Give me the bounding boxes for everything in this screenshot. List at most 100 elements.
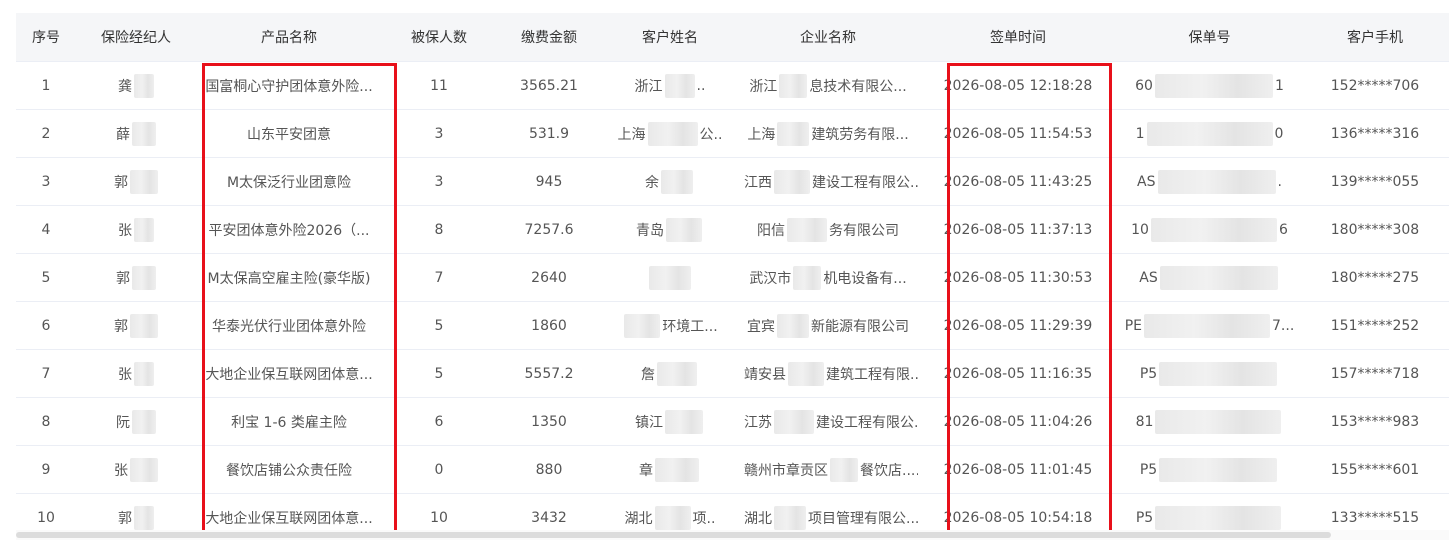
cell-broker: 郭 bbox=[76, 253, 196, 302]
header-sign-time[interactable]: 签单时间 bbox=[918, 13, 1118, 62]
privacy-mask bbox=[134, 361, 154, 386]
cell-policy-no[interactable]: AS. bbox=[1118, 157, 1301, 206]
cell-seq: 4 bbox=[16, 205, 76, 254]
header-seq[interactable]: 序号 bbox=[16, 13, 76, 62]
table-row[interactable]: 7 张 大地企业保互联网团体意... 5 5557.2 詹 靖安县 建筑工程有限... 2026… bbox=[16, 349, 1449, 398]
company-name-suffix: 机电设备有... bbox=[823, 270, 907, 287]
privacy-mask bbox=[130, 169, 158, 194]
cell-product[interactable]: 利宝 1-6 类雇主险 bbox=[196, 397, 382, 446]
company-name-suffix: 息技术有限公... bbox=[809, 78, 907, 95]
cell-sign-time: 2026-08-05 12:18:28 bbox=[918, 61, 1118, 110]
cell-phone: 136*****316 bbox=[1301, 109, 1449, 158]
privacy-mask bbox=[779, 73, 808, 98]
company-name-suffix: 餐饮店... bbox=[860, 462, 916, 479]
cell-policy-no[interactable]: 81 bbox=[1118, 397, 1301, 446]
cell-policy-no[interactable]: 60 1 bbox=[1118, 61, 1301, 110]
cell-seq: 7 bbox=[16, 349, 76, 398]
privacy-mask bbox=[649, 265, 691, 290]
privacy-mask bbox=[1155, 505, 1282, 530]
data-table-wrapper: 序号 保险经纪人 产品名称 被保人数 缴费金额 客户姓名 企业名称 签单时间 保… bbox=[16, 13, 1449, 530]
cell-policy-no[interactable]: P5 bbox=[1118, 445, 1301, 494]
cell-insured: 11 bbox=[382, 61, 496, 110]
cell-phone: 151*****252 bbox=[1301, 301, 1449, 350]
privacy-mask bbox=[655, 457, 699, 482]
cell-insured: 10 bbox=[382, 493, 496, 530]
cell-phone: 133*****515 bbox=[1301, 493, 1449, 530]
horizontal-scrollbar[interactable] bbox=[16, 530, 1449, 540]
table-row[interactable]: 3 郭 M太保泛行业团意险 3 945 余江西 建设工程有限公... 2026-08-05 1… bbox=[16, 157, 1449, 206]
scrollbar-thumb[interactable] bbox=[16, 532, 1331, 538]
privacy-mask bbox=[666, 217, 702, 242]
table-row[interactable]: 6 郭 华泰光伏行业团体意外险 5 1860 环境工... 宜宾 新能源有限公司 2026-08… bbox=[16, 301, 1449, 350]
cell-policy-no[interactable]: 10 bbox=[1118, 109, 1301, 158]
cell-company: 上海 建筑劳务有限... bbox=[738, 109, 918, 158]
cell-product[interactable]: 大地企业保互联网团体意... bbox=[196, 349, 382, 398]
customer-name-suffix: 公.. bbox=[699, 126, 723, 143]
company-name-prefix: 赣州市章贡区 bbox=[744, 462, 828, 479]
cell-broker: 郭 bbox=[76, 301, 196, 350]
cell-policy-no[interactable]: P5 bbox=[1118, 349, 1301, 398]
cell-sign-time: 2026-08-05 11:04:26 bbox=[918, 397, 1118, 446]
cell-amount: 531.9 bbox=[496, 109, 602, 158]
cell-seq: 10 bbox=[16, 493, 76, 530]
table-row[interactable]: 5 郭 M太保高空雇主险(豪华版) 7 2640 武汉市 机电设备有... 2026-08-0… bbox=[16, 253, 1449, 302]
privacy-mask bbox=[134, 73, 154, 98]
cell-policy-no[interactable]: P5 bbox=[1118, 493, 1301, 530]
header-policy-no[interactable]: 保单号 bbox=[1118, 13, 1301, 62]
cell-insured: 5 bbox=[382, 301, 496, 350]
company-name-suffix: 建设工程有限公... bbox=[816, 414, 918, 431]
policy-no-prefix: PE bbox=[1124, 317, 1143, 334]
cell-company: 江苏 建设工程有限公... bbox=[738, 397, 918, 446]
cell-product[interactable]: 山东平安团意 bbox=[196, 109, 382, 158]
privacy-mask bbox=[130, 457, 158, 482]
table-row[interactable]: 9 张 餐饮店铺公众责任险 0 880 章 赣州市章贡区 餐饮店... 2026-08-05 1… bbox=[16, 445, 1449, 494]
cell-product[interactable]: M太保泛行业团意险 bbox=[196, 157, 382, 206]
cell-product[interactable]: 华泰光伏行业团体意外险 bbox=[196, 301, 382, 350]
privacy-mask bbox=[130, 313, 158, 338]
cell-amount: 1860 bbox=[496, 301, 602, 350]
privacy-mask bbox=[787, 217, 827, 242]
table-row[interactable]: 4 张 平安团体意外险2026（... 8 7257.6 青岛 阳信 务有限公司 2026-08… bbox=[16, 205, 1449, 254]
company-name-suffix: 建筑工程有限... bbox=[826, 366, 918, 383]
header-insured-count[interactable]: 被保人数 bbox=[382, 13, 496, 62]
header-customer-phone[interactable]: 客户手机 bbox=[1301, 13, 1449, 62]
cell-product[interactable]: 平安团体意外险2026（... bbox=[196, 205, 382, 254]
cell-customer bbox=[602, 253, 738, 302]
company-name-prefix: 阳信 bbox=[757, 222, 785, 239]
company-name-prefix: 宜宾 bbox=[747, 318, 775, 335]
header-customer-name[interactable]: 客户姓名 bbox=[602, 13, 738, 62]
privacy-mask bbox=[1144, 313, 1271, 338]
privacy-mask bbox=[654, 505, 691, 530]
table-row[interactable]: 1 龚国富桐心守护团体意外险... 11 3565.21 浙江.. 浙江 息技术有限公...… bbox=[16, 61, 1449, 110]
cell-customer: 青岛 bbox=[602, 205, 738, 254]
cell-product[interactable]: M太保高空雇主险(豪华版) bbox=[196, 253, 382, 302]
header-amount[interactable]: 缴费金额 bbox=[496, 13, 602, 62]
policy-no-prefix: 60 bbox=[1135, 77, 1153, 94]
table-row[interactable]: 8 阮 利宝 1-6 类雇主险 6 1350 镇江 江苏 建设工程有限公... 2026-08-… bbox=[16, 397, 1449, 446]
policy-no-prefix: 1 bbox=[1135, 125, 1145, 142]
cell-policy-no[interactable]: AS bbox=[1118, 253, 1301, 302]
cell-product[interactable]: 餐饮店铺公众责任险 bbox=[196, 445, 382, 494]
header-broker[interactable]: 保险经纪人 bbox=[76, 13, 196, 62]
privacy-mask bbox=[664, 73, 695, 98]
header-company-name[interactable]: 企业名称 bbox=[738, 13, 918, 62]
customer-name-suffix: .. bbox=[696, 77, 706, 94]
customer-name-prefix: 章 bbox=[639, 462, 653, 479]
policy-no-suffix: 1 bbox=[1274, 77, 1284, 94]
cell-phone: 180*****308 bbox=[1301, 205, 1449, 254]
cell-policy-no[interactable]: PE 7... bbox=[1118, 301, 1301, 350]
cell-customer: 镇江 bbox=[602, 397, 738, 446]
policy-no-prefix: P5 bbox=[1135, 509, 1154, 526]
company-name-suffix: 新能源有限公司 bbox=[811, 318, 909, 335]
cell-product[interactable]: 国富桐心守护团体意外险... bbox=[196, 61, 382, 110]
privacy-mask bbox=[777, 121, 810, 146]
cell-product[interactable]: 大地企业保互联网团体意... bbox=[196, 493, 382, 530]
privacy-mask bbox=[1146, 121, 1273, 146]
table-row[interactable]: 2 薛 山东平安团意 3 531.9 上海 公.. 上海 建筑劳务有限... 2026-08-05… bbox=[16, 109, 1449, 158]
cell-phone: 153*****983 bbox=[1301, 397, 1449, 446]
header-product[interactable]: 产品名称 bbox=[196, 13, 382, 62]
privacy-mask bbox=[1159, 457, 1278, 482]
broker-name: 郭 bbox=[114, 318, 128, 335]
table-row[interactable]: 10 郭大地企业保互联网团体意... 10 3432 湖北 项.. 湖北 项目管理有限公...… bbox=[16, 493, 1449, 530]
cell-policy-no[interactable]: 10 6 bbox=[1118, 205, 1301, 254]
